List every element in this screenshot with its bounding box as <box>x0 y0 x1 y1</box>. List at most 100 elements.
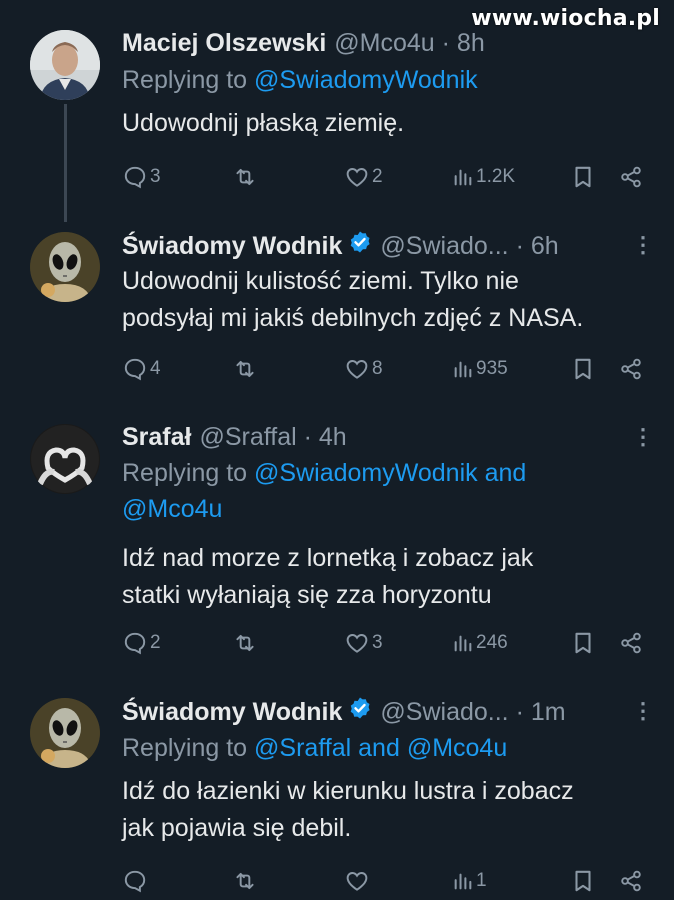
views-button[interactable]: 246 <box>452 628 508 658</box>
handle-time[interactable]: @Mco4u · 8h <box>334 28 484 58</box>
views-icon <box>452 166 474 188</box>
bookmark-button[interactable] <box>570 162 596 192</box>
more-options-icon[interactable]: ⋮ <box>632 230 654 260</box>
reply-button[interactable]: 4 <box>122 354 161 384</box>
tweet[interactable]: Świadomy Wodnik @Swiado... · 6h ⋮ Udowod… <box>0 222 674 402</box>
handle-time[interactable]: @Swiado... · 1m <box>380 697 565 727</box>
replying-prefix: Replying to <box>122 459 255 487</box>
bookmark-icon <box>570 630 596 656</box>
tweet-header: Świadomy Wodnik @Swiado... · 1m <box>122 696 652 727</box>
reply-button[interactable]: 2 <box>122 628 161 658</box>
like-button[interactable]: 2 <box>344 162 383 192</box>
bookmark-icon <box>570 164 596 190</box>
avatar-alien-icon <box>30 232 100 302</box>
display-name[interactable]: Świadomy Wodnik <box>122 231 342 261</box>
bookmark-button[interactable] <box>570 866 596 896</box>
mention-link[interactable]: @Mco4u <box>122 492 652 526</box>
replying-to: Replying to @SwiadomyWodnik <box>122 63 652 97</box>
retweet-icon <box>232 630 258 656</box>
tweet-text: Udowodnij kulistość ziemi. Tylko nie pod… <box>122 263 652 337</box>
views-button[interactable]: 935 <box>452 354 508 384</box>
reply-icon <box>122 356 148 382</box>
verified-badge-slot <box>342 696 372 727</box>
tweet-text: Idź do łazienki w kierunku lustra i zoba… <box>122 773 652 847</box>
replying-prefix: Replying to <box>122 734 255 762</box>
mention-link[interactable]: @SwiadomyWodnik <box>254 66 478 94</box>
tweet[interactable]: Świadomy Wodnik @Swiado... · 1m ⋮ Replyi… <box>0 684 674 900</box>
tweet-actions: 3 2 1.2K <box>122 162 652 192</box>
reply-count: 3 <box>150 166 161 187</box>
more-options-icon[interactable]: ⋮ <box>632 422 654 452</box>
display-name[interactable]: Świadomy Wodnik <box>122 697 342 727</box>
retweet-button[interactable] <box>232 628 260 658</box>
tweet[interactable]: Srafał @Sraffal · 4h ⋮ Replying to @Swia… <box>0 414 674 684</box>
display-name[interactable]: Maciej Olszewski <box>122 28 326 58</box>
bookmark-icon <box>570 356 596 382</box>
tweet-header: Świadomy Wodnik @Swiado... · 6h <box>122 230 652 261</box>
tweet-text: Udowodnij płaską ziemię. <box>122 105 652 142</box>
display-name[interactable]: Srafał <box>122 422 191 452</box>
handle-time[interactable]: @Swiado... · 6h <box>380 231 558 261</box>
verified-badge-icon <box>348 230 372 254</box>
like-icon <box>344 868 370 894</box>
reply-icon <box>122 630 148 656</box>
share-icon <box>618 630 644 656</box>
mention-link[interactable]: @SwiadomyWodnik and <box>254 459 526 487</box>
views-count: 1 <box>476 870 487 891</box>
avatar[interactable] <box>30 30 100 100</box>
tweet-text-line: Udowodnij kulistość ziemi. Tylko nie <box>122 267 519 295</box>
views-count: 935 <box>476 358 508 379</box>
replying-prefix: Replying to <box>122 66 255 94</box>
tweet-actions: 4 8 935 <box>122 354 652 384</box>
share-icon <box>618 868 644 894</box>
avatar-photo-icon <box>30 30 100 100</box>
views-icon <box>452 358 474 380</box>
tweet-text-line: statki wyłaniają się zza horyzontu <box>122 581 492 609</box>
watermark: www.wiocha.pl <box>471 6 660 31</box>
reply-count: 2 <box>150 632 161 653</box>
like-count: 2 <box>372 166 383 187</box>
share-icon <box>618 356 644 382</box>
tweet-text-line: podsyłaj mi jakiś debilnych zdjęć z NASA… <box>122 304 584 332</box>
avatar[interactable] <box>30 232 100 302</box>
replying-to: Replying to @SwiadomyWodnik and @Mco4u <box>122 456 652 526</box>
views-button[interactable]: 1 <box>452 866 487 896</box>
tweet-actions: 2 3 246 <box>122 628 652 658</box>
share-button[interactable] <box>618 628 644 658</box>
mention-link[interactable]: @Sraffal and @Mco4u <box>254 734 507 762</box>
like-button[interactable]: 3 <box>344 628 383 658</box>
reply-icon <box>122 164 148 190</box>
like-button[interactable]: 8 <box>344 354 383 384</box>
like-button[interactable] <box>344 866 372 896</box>
tweet-actions: 1 <box>122 866 652 896</box>
avatar-alien-icon <box>30 698 100 768</box>
views-count: 1.2K <box>476 166 516 187</box>
share-button[interactable] <box>618 162 644 192</box>
reply-button[interactable]: 3 <box>122 162 161 192</box>
avatar[interactable] <box>30 424 100 494</box>
bookmark-button[interactable] <box>570 628 596 658</box>
like-count: 3 <box>372 632 383 653</box>
views-button[interactable]: 1.2K <box>452 162 515 192</box>
handle-time[interactable]: @Sraffal · 4h <box>199 422 346 452</box>
views-count: 246 <box>476 632 508 653</box>
retweet-button[interactable] <box>232 354 260 384</box>
tweet-header: Maciej Olszewski @Mco4u · 8h <box>122 28 652 58</box>
retweet-icon <box>232 164 258 190</box>
bookmark-icon <box>570 868 596 894</box>
views-icon <box>452 870 474 892</box>
share-button[interactable] <box>618 354 644 384</box>
verified-badge-slot <box>342 230 372 261</box>
thread-page: www.wiocha.pl Maciej Olszewski @Mco4u · … <box>0 0 674 900</box>
more-options-icon[interactable]: ⋮ <box>632 696 654 726</box>
tweet-text: Idź nad morze z lornetką i zobacz jak st… <box>122 540 652 614</box>
retweet-button[interactable] <box>232 866 260 896</box>
bookmark-button[interactable] <box>570 354 596 384</box>
share-icon <box>618 164 644 190</box>
tweet-text-line: Idź do łazienki w kierunku lustra i zoba… <box>122 777 574 805</box>
share-button[interactable] <box>618 866 644 896</box>
avatar[interactable] <box>30 698 100 768</box>
retweet-button[interactable] <box>232 162 260 192</box>
tweet[interactable]: Maciej Olszewski @Mco4u · 8h Replying to… <box>0 0 674 210</box>
reply-button[interactable] <box>122 866 150 896</box>
